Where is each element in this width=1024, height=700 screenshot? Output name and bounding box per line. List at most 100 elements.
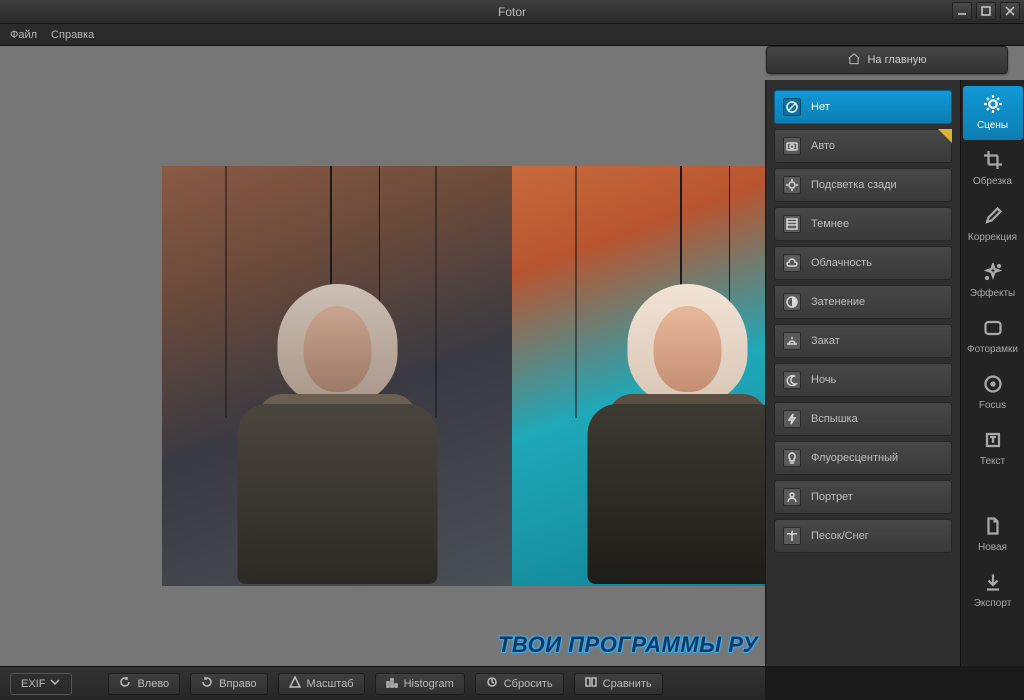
compare-label: Сравнить — [603, 678, 652, 690]
chevron-down-icon — [49, 676, 61, 691]
rotate-left-icon — [119, 676, 131, 691]
camera-icon — [783, 137, 801, 155]
bottom-bar: EXIF Влево Вправо Масштаб Histogram Сбро… — [0, 666, 765, 700]
preset-darken[interactable]: Темнее — [774, 207, 952, 241]
preset-camera[interactable]: Авто — [774, 129, 952, 163]
home-icon — [847, 52, 861, 69]
preset-palm[interactable]: Песок/Снег — [774, 519, 952, 553]
tool-target[interactable]: Focus — [963, 366, 1023, 420]
preset-label: Флуоресцентный — [811, 452, 898, 464]
compare-icon — [585, 676, 597, 691]
preset-label: Портрет — [811, 491, 853, 503]
tool-frame[interactable]: Фоторамки — [963, 310, 1023, 364]
app-title: Fotor — [498, 5, 526, 19]
backlight-icon — [783, 176, 801, 194]
file-icon — [984, 517, 1002, 538]
exif-button[interactable]: EXIF — [10, 673, 72, 695]
histogram-icon — [386, 676, 398, 691]
preset-label: Затенение — [811, 296, 865, 308]
zoom-label: Масштаб — [307, 678, 354, 690]
home-bar: На главную — [766, 46, 1008, 74]
window-controls — [952, 2, 1020, 20]
preset-moon[interactable]: Ночь — [774, 363, 952, 397]
target-icon — [984, 375, 1002, 396]
preset-label: Нет — [811, 101, 830, 113]
tool-sparkles[interactable]: Эффекты — [963, 254, 1023, 308]
zoom-button[interactable]: Масштаб — [278, 673, 365, 695]
tool-download[interactable]: Экспорт — [963, 564, 1023, 618]
sun-icon — [984, 95, 1002, 116]
preset-prohibit[interactable]: Нет — [774, 90, 952, 124]
tool-label: Эффекты — [970, 288, 1015, 299]
moon-icon — [783, 371, 801, 389]
shade-icon — [783, 293, 801, 311]
zoom-icon — [289, 676, 301, 691]
tool-sun[interactable]: Сцены — [963, 86, 1023, 140]
tool-label: Экспорт — [974, 598, 1012, 609]
crop-icon — [984, 151, 1002, 172]
tool-label: Новая — [978, 542, 1007, 553]
title-bar: Fotor — [0, 0, 1024, 24]
image-compare — [162, 166, 862, 586]
pencil-icon — [984, 207, 1002, 228]
palm-icon — [783, 527, 801, 545]
reset-button[interactable]: Сбросить — [475, 673, 564, 695]
rotate-right-label: Вправо — [219, 678, 256, 690]
tool-sidebar: Сцены Обрезка Коррекция Эффекты Фоторамки Foc… — [960, 80, 1024, 666]
sunset-icon — [783, 332, 801, 350]
minimize-button[interactable] — [952, 2, 972, 20]
preset-cloud[interactable]: Облачность — [774, 246, 952, 280]
tool-crop[interactable]: Обрезка — [963, 142, 1023, 196]
text-icon — [984, 431, 1002, 452]
maximize-button[interactable] — [976, 2, 996, 20]
tool-text[interactable]: Текст — [963, 422, 1023, 476]
preset-label: Песок/Снег — [811, 530, 869, 542]
prohibit-icon — [783, 98, 801, 116]
tool-label: Сцены — [977, 120, 1008, 131]
preset-label: Авто — [811, 140, 835, 152]
preset-portrait[interactable]: Портрет — [774, 480, 952, 514]
tool-pencil[interactable]: Коррекция — [963, 198, 1023, 252]
home-button[interactable]: На главную — [766, 46, 1008, 74]
close-button[interactable] — [1000, 2, 1020, 20]
tool-label: Коррекция — [968, 232, 1017, 243]
reset-icon — [486, 676, 498, 691]
rotate-right-button[interactable]: Вправо — [190, 673, 267, 695]
tool-label: Текст — [980, 456, 1005, 467]
frame-icon — [984, 319, 1002, 340]
rotate-left-button[interactable]: Влево — [108, 673, 180, 695]
menu-file[interactable]: Файл — [10, 29, 37, 41]
preset-label: Вспышка — [811, 413, 858, 425]
star-badge-icon — [938, 129, 952, 143]
preset-backlight[interactable]: Подсветка сзади — [774, 168, 952, 202]
preset-label: Темнее — [811, 218, 849, 230]
preset-bulb[interactable]: Флуоресцентный — [774, 441, 952, 475]
menu-bar: Файл Справка — [0, 24, 1024, 46]
preset-label: Закат — [811, 335, 840, 347]
preset-flash[interactable]: Вспышка — [774, 402, 952, 436]
rotate-left-label: Влево — [137, 678, 169, 690]
preset-label: Ночь — [811, 374, 836, 386]
image-before — [162, 166, 512, 586]
menu-help[interactable]: Справка — [51, 29, 94, 41]
histogram-button[interactable]: Histogram — [375, 673, 465, 695]
cloud-icon — [783, 254, 801, 272]
tool-label: Обрезка — [973, 176, 1012, 187]
preset-panel: Нет Авто Подсветка сзади Темнее Облачность За… — [765, 80, 960, 666]
exif-label: EXIF — [21, 678, 45, 690]
home-label: На главную — [867, 54, 926, 66]
preset-shade[interactable]: Затенение — [774, 285, 952, 319]
flash-icon — [783, 410, 801, 428]
tool-file[interactable]: Новая — [963, 508, 1023, 562]
portrait-icon — [783, 488, 801, 506]
preset-label: Облачность — [811, 257, 872, 269]
tool-label: Focus — [979, 400, 1006, 411]
reset-label: Сбросить — [504, 678, 553, 690]
histogram-label: Histogram — [404, 678, 454, 690]
compare-button[interactable]: Сравнить — [574, 673, 663, 695]
darken-icon — [783, 215, 801, 233]
download-icon — [984, 573, 1002, 594]
preset-sunset[interactable]: Закат — [774, 324, 952, 358]
rotate-right-icon — [201, 676, 213, 691]
tool-label: Фоторамки — [967, 344, 1018, 355]
